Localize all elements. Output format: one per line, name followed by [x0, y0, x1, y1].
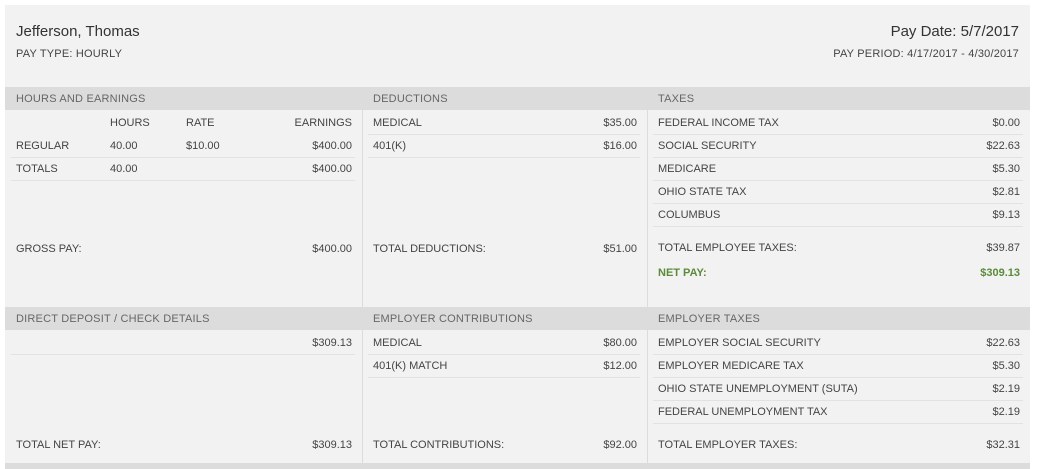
row-divider [11, 354, 355, 355]
row-divider [653, 157, 1023, 158]
row-divider [653, 423, 1023, 424]
footer-band [5, 463, 1030, 469]
row-divider [368, 134, 640, 135]
section-title-hours-earnings: HOURS AND EARNINGS [16, 93, 146, 105]
section-title-employer-contributions: EMPLOYER CONTRIBUTIONS [373, 313, 533, 325]
earnings-row-hours: 40.00 [110, 140, 138, 152]
row-divider [11, 180, 355, 181]
earnings-row-rate: $10.00 [186, 140, 220, 152]
earnings-row-amount: $400.00 [312, 140, 352, 152]
total-employer-taxes-value: $32.31 [986, 439, 1020, 451]
pay-type: PAY TYPE: HOURLY [16, 48, 123, 60]
total-employer-taxes-label: TOTAL EMPLOYER TAXES: [658, 439, 798, 451]
contribution-label: MEDICAL [373, 337, 422, 349]
row-divider [653, 226, 1023, 227]
tax-value: $2.81 [992, 186, 1020, 198]
section-title-direct-deposit: DIRECT DEPOSIT / CHECK DETAILS [16, 313, 210, 325]
total-employee-taxes-label: TOTAL EMPLOYEE TAXES: [658, 242, 797, 254]
net-pay-value: $309.13 [980, 267, 1020, 279]
contribution-value: $80.00 [603, 337, 637, 349]
column-divider [362, 87, 363, 463]
tax-value: $9.13 [992, 209, 1020, 221]
row-divider [368, 354, 640, 355]
tax-label: FEDERAL INCOME TAX [658, 117, 779, 129]
deposit-amount: $309.13 [312, 337, 352, 349]
pay-period: PAY PERIOD: 4/17/2017 - 4/30/2017 [833, 48, 1019, 60]
employer-tax-label: OHIO STATE UNEMPLOYMENT (SUTA) [658, 383, 858, 395]
tax-label: COLUMBUS [658, 209, 721, 221]
row-divider [653, 203, 1023, 204]
tax-label: SOCIAL SECURITY [658, 140, 757, 152]
contribution-value: $12.00 [603, 360, 637, 372]
column-header-rate: RATE [186, 117, 215, 129]
deduction-label: MEDICAL [373, 117, 422, 129]
gross-pay-value: $400.00 [312, 243, 352, 255]
gross-pay-label: GROSS PAY: [16, 243, 82, 255]
employer-tax-label: EMPLOYER MEDICARE TAX [658, 360, 804, 372]
row-divider [653, 180, 1023, 181]
tax-label: MEDICARE [658, 163, 717, 175]
employer-tax-label: EMPLOYER SOCIAL SECURITY [658, 337, 821, 349]
section-header-band-top [5, 87, 1030, 110]
row-divider [368, 157, 640, 158]
earnings-totals-hours: 40.00 [110, 163, 138, 175]
pay-date: Pay Date: 5/7/2017 [890, 23, 1019, 40]
net-pay-label: NET PAY: [658, 267, 707, 279]
deduction-value: $35.00 [603, 117, 637, 129]
row-divider [653, 377, 1023, 378]
pay-stub-card: Jefferson, Thomas PAY TYPE: HOURLY Pay D… [5, 5, 1030, 469]
employer-tax-value: $5.30 [992, 360, 1020, 372]
total-contributions-value: $92.00 [603, 439, 637, 451]
employer-tax-label: FEDERAL UNEMPLOYMENT TAX [658, 406, 828, 418]
row-divider [653, 400, 1023, 401]
tax-value: $5.30 [992, 163, 1020, 175]
employer-tax-value: $2.19 [992, 383, 1020, 395]
employee-name: Jefferson, Thomas [16, 23, 140, 40]
employer-tax-value: $22.63 [986, 337, 1020, 349]
deduction-label: 401(K) [373, 140, 407, 152]
earnings-totals-label: TOTALS [16, 163, 58, 175]
total-net-pay-value: $309.13 [312, 439, 352, 451]
total-net-pay-label: TOTAL NET PAY: [16, 439, 101, 451]
deduction-value: $16.00 [603, 140, 637, 152]
section-title-taxes: TAXES [658, 93, 695, 105]
column-header-hours: HOURS [110, 117, 150, 129]
row-divider [653, 134, 1023, 135]
total-contributions-label: TOTAL CONTRIBUTIONS: [373, 439, 505, 451]
section-title-deductions: DEDUCTIONS [373, 93, 448, 105]
tax-value: $22.63 [986, 140, 1020, 152]
tax-value: $0.00 [992, 117, 1020, 129]
row-divider [11, 157, 355, 158]
earnings-totals-amount: $400.00 [312, 163, 352, 175]
row-divider [653, 354, 1023, 355]
total-deductions-value: $51.00 [603, 243, 637, 255]
column-divider [647, 87, 648, 463]
earnings-row-label: REGULAR [16, 140, 70, 152]
section-title-employer-taxes: EMPLOYER TAXES [658, 313, 761, 325]
contribution-label: 401(K) MATCH [373, 360, 448, 372]
row-divider [368, 377, 640, 378]
total-deductions-label: TOTAL DEDUCTIONS: [373, 243, 486, 255]
tax-label: OHIO STATE TAX [658, 186, 747, 198]
column-header-earnings: EARNINGS [294, 117, 352, 129]
total-employee-taxes-value: $39.87 [986, 242, 1020, 254]
employer-tax-value: $2.19 [992, 406, 1020, 418]
